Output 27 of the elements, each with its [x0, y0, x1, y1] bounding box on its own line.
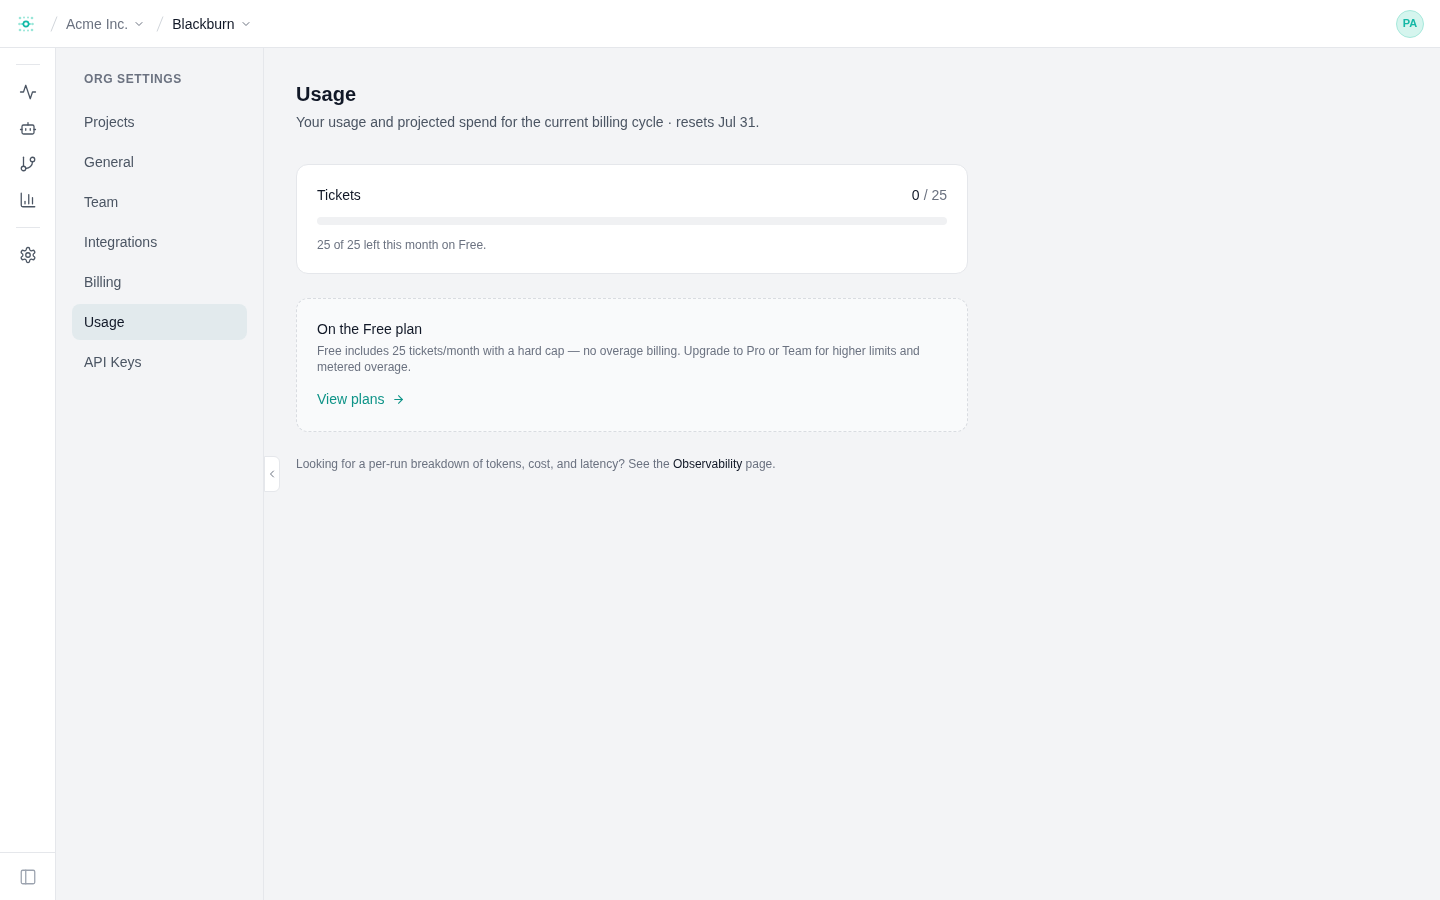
footer-note: Looking for a per-run breakdown of tokens, cost, and latency? See the Observability page. — [296, 456, 777, 472]
collapse-handle[interactable] — [264, 456, 280, 492]
observability-link[interactable]: Observability — [672, 457, 743, 471]
sidebar-item[interactable]: General — [72, 144, 247, 180]
page-title: Usage — [296, 82, 358, 107]
usage-note: 25 of 25 left this month on Free. — [317, 237, 488, 253]
page-subtitle: Your usage and projected spend for the current billing cycle · resets Jul 31. — [296, 113, 761, 132]
sidebar-item[interactable]: API Keys — [72, 344, 247, 380]
usage-label: Tickets — [317, 186, 361, 205]
view-plans-link[interactable]: View plans — [317, 389, 406, 409]
slash-icon — [156, 15, 165, 32]
arrow-right-icon — [392, 392, 406, 406]
breadcrumb-button[interactable]: Acme Inc. — [66, 13, 146, 34]
logo-icon[interactable] — [18, 15, 34, 32]
sidebar-item[interactable]: Usage — [72, 304, 247, 340]
plan-description: Free includes 25 tickets/month with a hard cap — no overage billing. Upgrade to Pro or Team for higher limits and metered overage. — [317, 343, 921, 375]
plan-title: On the Free plan — [317, 320, 424, 339]
sidebar-item[interactable]: Billing — [72, 264, 247, 300]
limit-count: / 25 — [923, 186, 947, 205]
breadcrumb-button[interactable]: Blackburn — [172, 13, 252, 34]
sidebar-toggle-icon[interactable] — [18, 867, 37, 886]
sidebar-item[interactable]: Team — [72, 184, 247, 220]
sidebar-item[interactable]: Projects — [72, 104, 247, 140]
used-count: 0 — [911, 186, 920, 205]
sidebar-heading: ORG SETTINGS — [83, 71, 183, 87]
sidebar-item[interactable]: Integrations — [72, 224, 247, 260]
slash-icon — [50, 15, 58, 32]
